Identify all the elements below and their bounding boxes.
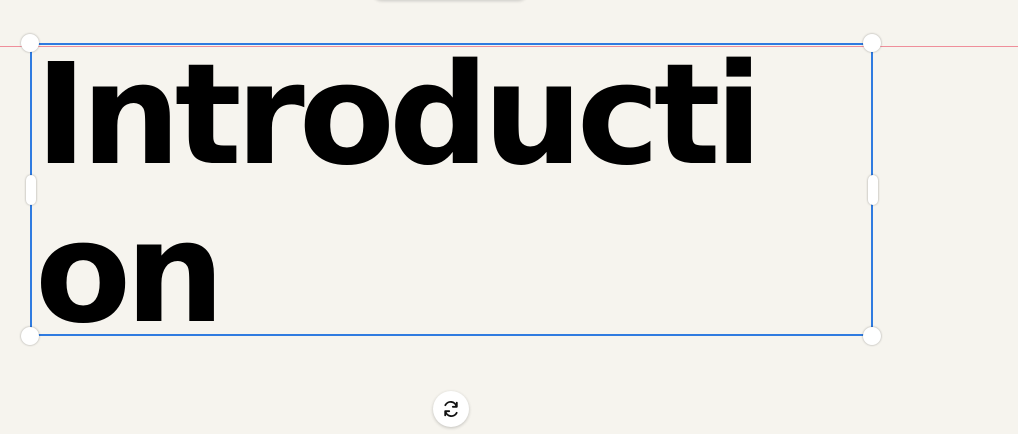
resize-handle-bottom-right[interactable] <box>863 327 881 345</box>
resize-handle-bottom-left[interactable] <box>21 327 39 345</box>
resize-handle-top-left[interactable] <box>21 34 39 52</box>
rotate-icon <box>444 401 458 417</box>
rotate-button[interactable] <box>433 391 469 427</box>
resize-handle-right[interactable] <box>868 175 878 205</box>
resize-handle-top-right[interactable] <box>863 34 881 52</box>
resize-handle-left[interactable] <box>26 175 36 205</box>
design-canvas[interactable]: Introduction <box>0 0 1018 434</box>
heading-text[interactable]: Introduction <box>35 37 825 353</box>
selected-text-box[interactable]: Introduction <box>30 37 873 353</box>
